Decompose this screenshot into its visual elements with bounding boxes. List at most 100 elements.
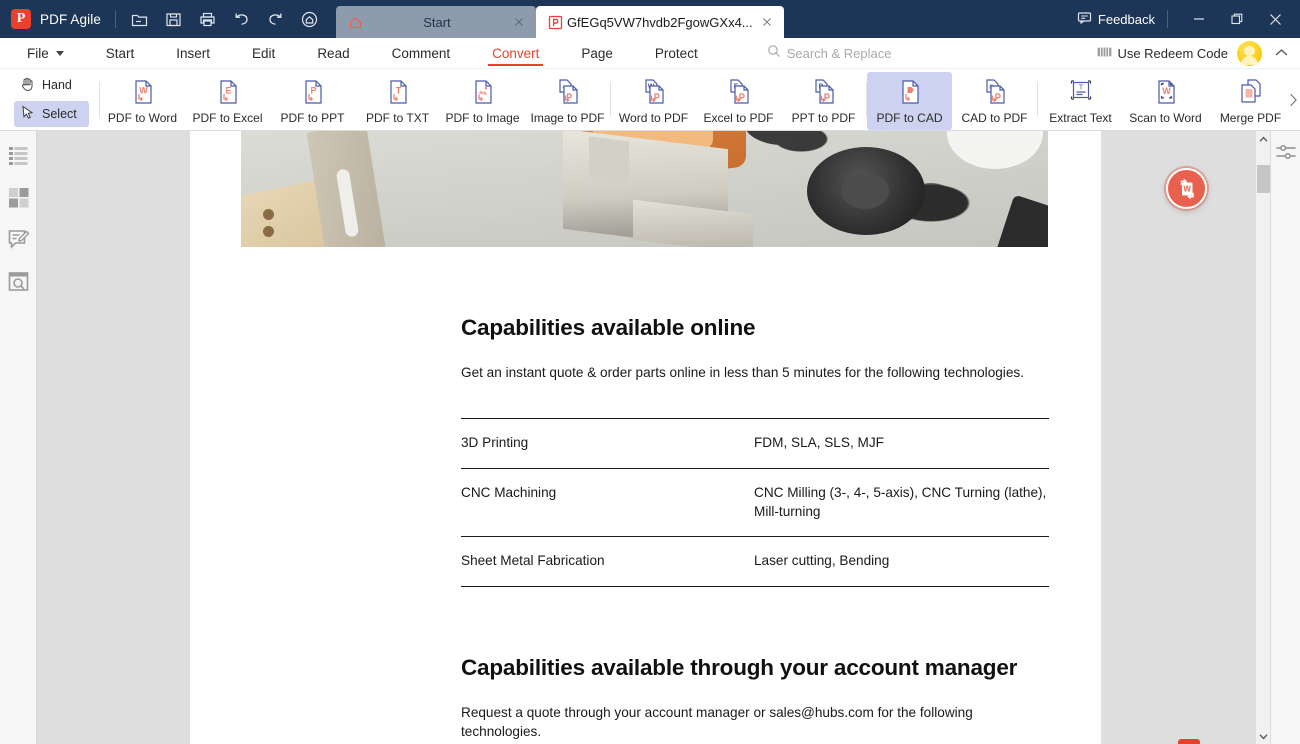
menu-item-read[interactable]: Read	[313, 38, 353, 69]
image-to-pdf-button[interactable]: Image to PDF	[525, 72, 610, 130]
merge-pdf-button[interactable]: Merge PDF	[1208, 72, 1293, 130]
annotations-panel-icon[interactable]	[6, 227, 30, 251]
ppt-to-pdf-icon: P	[809, 77, 839, 107]
ribbon-overflow-button[interactable]	[1286, 69, 1300, 130]
close-icon[interactable]	[511, 14, 527, 30]
pdf-to-txt-icon: T	[383, 77, 413, 107]
hero-image	[241, 131, 1048, 247]
menu-label: File	[27, 45, 49, 61]
vertical-scrollbar[interactable]	[1255, 131, 1270, 744]
hand-tool-label: Hand	[42, 78, 72, 92]
quick-access-toolbar	[130, 9, 320, 29]
cad-to-pdf-button[interactable]: CAD to PDF	[952, 72, 1037, 130]
excel-to-pdf-button[interactable]: E Excel to PDF	[696, 72, 781, 130]
right-sidebar	[1270, 131, 1300, 744]
extract-text-button[interactable]: T Extract Text	[1038, 72, 1123, 130]
ribbon-toolbar: Hand Select W PDF to Word E PDF to Excel…	[0, 69, 1300, 131]
menu-item-comment[interactable]: Comment	[388, 38, 455, 69]
scroll-thumb[interactable]	[1256, 165, 1270, 193]
excel-to-pdf-icon: E	[724, 77, 754, 107]
pdf-to-word-button[interactable]: W PDF to Word	[100, 72, 185, 130]
svg-text:T: T	[1078, 84, 1083, 91]
minimize-button[interactable]	[1180, 0, 1218, 38]
section-heading-1: Capabilities available online	[461, 315, 756, 340]
ppt-to-pdf-button[interactable]: P PPT to PDF	[781, 72, 866, 130]
photo-shape-white	[947, 131, 1043, 169]
maximize-button[interactable]	[1218, 0, 1256, 38]
hand-tool-button[interactable]: Hand	[14, 72, 89, 98]
left-sidebar	[0, 131, 37, 744]
redo-icon[interactable]	[266, 9, 286, 29]
feedback-button[interactable]: Feedback	[1077, 10, 1155, 28]
home-icon[interactable]	[300, 9, 320, 29]
pdf-to-cad-button[interactable]: PDF to CAD	[867, 71, 952, 130]
workspace: Capabilities available online Get an ins…	[0, 131, 1300, 744]
page-indicator-nub	[1178, 739, 1200, 744]
divider	[1167, 10, 1168, 28]
table-row: Sheet Metal Fabrication Laser cutting, B…	[461, 536, 1049, 587]
word-to-pdf-button[interactable]: W Word to PDF	[611, 72, 696, 130]
tab-label: GfEGq5VW7hvdb2FgowGXx4...	[566, 14, 753, 30]
table-cell-value: CNC Milling (3-, 4-, 5-axis), CNC Turnin…	[754, 467, 1049, 537]
cad-to-pdf-icon	[980, 77, 1010, 107]
image-to-pdf-icon	[553, 77, 583, 107]
search-icon	[767, 44, 781, 63]
menu-item-convert[interactable]: Convert	[488, 38, 544, 69]
close-button[interactable]	[1256, 0, 1294, 38]
table-row: CNC Machining CNC Milling (3-, 4-, 5-axi…	[461, 467, 1049, 537]
ribbon-label: Excel to PDF	[703, 110, 774, 125]
pdf-to-image-button[interactable]: PDF to Image	[440, 72, 525, 130]
menu-item-protect[interactable]: Protect	[651, 38, 702, 69]
search-panel-icon[interactable]	[6, 269, 30, 293]
merge-pdf-icon	[1236, 77, 1266, 107]
search-input[interactable]: Search & Replace	[767, 44, 892, 63]
undo-icon[interactable]	[232, 9, 252, 29]
ribbon-label: CAD to PDF	[961, 110, 1028, 125]
menu-item-insert[interactable]: Insert	[172, 38, 214, 69]
ribbon-label: Word to PDF	[618, 110, 689, 125]
menu-item-file[interactable]: File	[23, 38, 68, 69]
scroll-track[interactable]	[1256, 147, 1271, 728]
pointer-mode-group: Hand Select	[0, 69, 99, 130]
pdf-to-txt-button[interactable]: T PDF to TXT	[355, 72, 440, 130]
avatar[interactable]	[1237, 40, 1262, 66]
scroll-down-arrow[interactable]	[1256, 728, 1271, 744]
ribbon-label: PPT to PDF	[791, 110, 856, 125]
scan-to-word-button[interactable]: W Scan to Word	[1123, 72, 1208, 130]
print-icon[interactable]	[198, 9, 218, 29]
section-paragraph-1: Get an instant quote & order parts onlin…	[461, 365, 1024, 381]
search-placeholder: Search & Replace	[786, 45, 892, 61]
thumbnails-panel-icon[interactable]	[6, 185, 30, 209]
select-tool-button[interactable]: Select	[14, 101, 89, 127]
ribbon-label: PDF to PPT	[280, 110, 345, 125]
hand-icon	[19, 75, 36, 95]
redeem-code-button[interactable]: Use Redeem Code	[1097, 46, 1228, 61]
app-title: PDF Agile	[40, 11, 101, 27]
select-tool-label: Select	[42, 107, 77, 121]
pdf-to-excel-button[interactable]: E PDF to Excel	[185, 72, 270, 130]
document-viewport[interactable]: Capabilities available online Get an ins…	[37, 131, 1255, 744]
ribbon-label: Merge PDF	[1219, 110, 1282, 125]
chevron-down-icon	[55, 50, 64, 56]
collapse-ribbon-button[interactable]	[1271, 42, 1292, 64]
pdf-to-ppt-button[interactable]: P PDF to PPT	[270, 72, 355, 130]
tab-start[interactable]: Start	[335, 6, 536, 38]
photo-hole	[263, 209, 274, 220]
menu-item-edit[interactable]: Edit	[248, 38, 279, 69]
tab-document[interactable]: GfEGq5VW7hvdb2FgowGXx4...	[535, 6, 784, 38]
menu-item-page[interactable]: Page	[577, 38, 617, 69]
menu-item-start[interactable]: Start	[102, 38, 139, 69]
tab-label: Start	[423, 14, 451, 30]
settings-sliders-icon[interactable]	[1275, 142, 1297, 164]
convert-to-word-fab[interactable]: W	[1166, 168, 1207, 209]
pdf-page: Capabilities available online Get an ins…	[190, 131, 1101, 744]
photo-shape-dark-small	[744, 131, 822, 145]
save-icon[interactable]	[164, 9, 184, 29]
divider	[114, 10, 116, 28]
open-folder-icon[interactable]	[130, 9, 150, 29]
scroll-up-arrow[interactable]	[1256, 131, 1271, 147]
section-paragraph-2: Request a quote through your account man…	[461, 704, 973, 740]
outline-panel-icon[interactable]	[6, 143, 30, 167]
close-icon[interactable]	[759, 14, 775, 30]
app-logo-icon: P	[11, 9, 31, 29]
